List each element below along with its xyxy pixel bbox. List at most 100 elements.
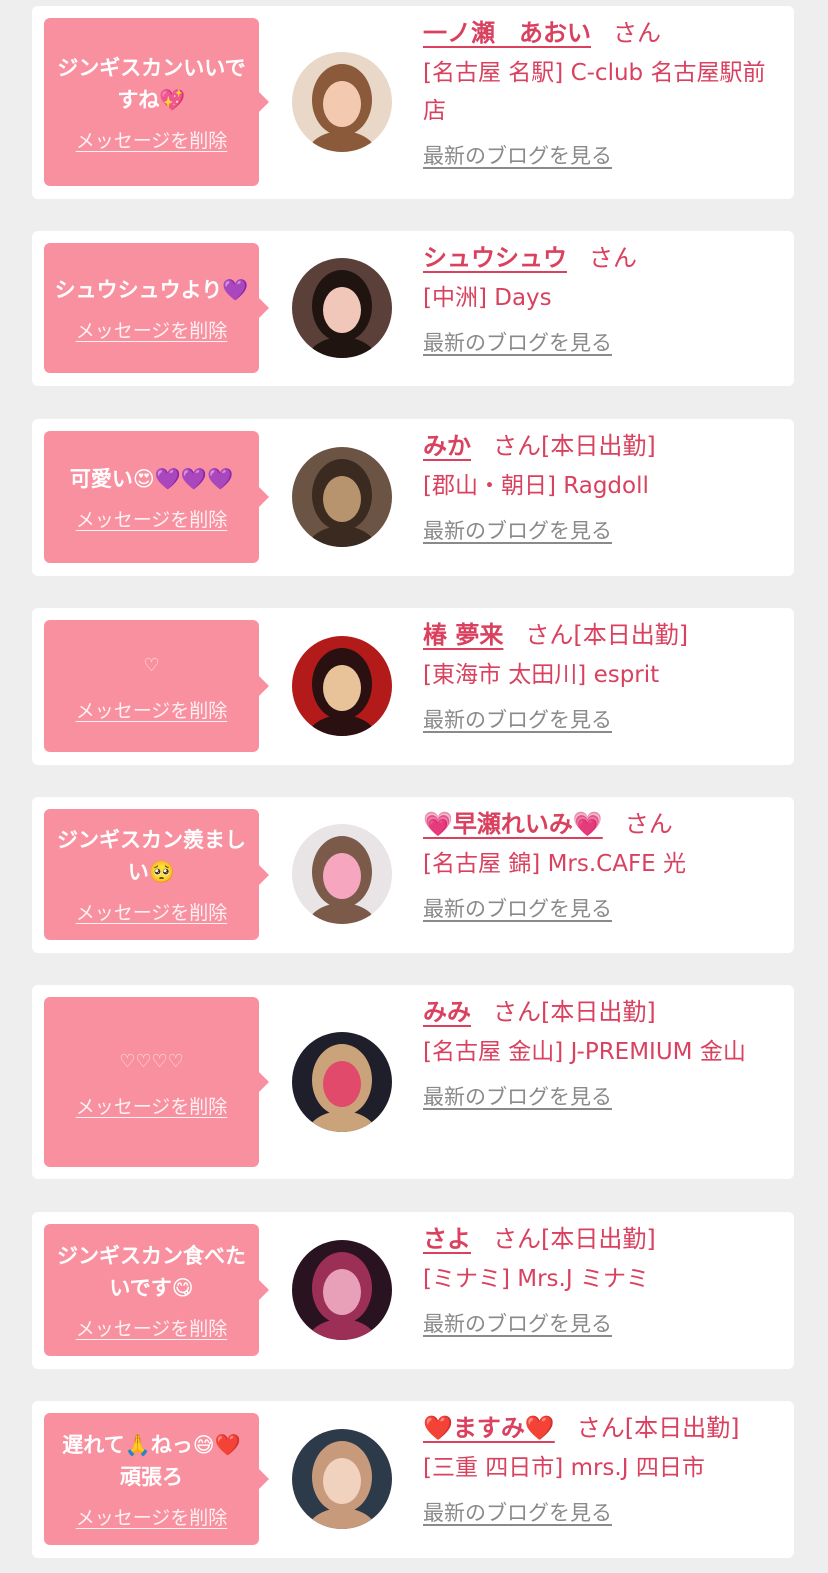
shop-label: [東海市 太田川] esprit <box>423 662 660 688</box>
cast-avatar[interactable] <box>292 258 392 358</box>
message-text: シュウシュウより💜 <box>54 277 249 302</box>
cast-avatar[interactable] <box>292 1240 392 1340</box>
cast-name-link[interactable]: みみ <box>423 998 471 1026</box>
delete-message-link[interactable]: メッセージを削除 <box>76 1314 228 1341</box>
name-line: 💗早瀬れいみ💗 さん <box>423 807 778 841</box>
honorific-label: さん <box>493 998 541 1026</box>
honorific-label: さん <box>493 432 541 460</box>
message-text: ジンギスカンいいですね💖 <box>57 55 246 112</box>
shop-label: [中洲] Days <box>423 285 552 311</box>
message-bubble: ♡ メッセージを削除 <box>44 620 269 752</box>
message-bubble: ♡♡♡♡ メッセージを削除 <box>44 997 269 1167</box>
message-bubble: 可愛い😍💜💜💜 メッセージを削除 <box>44 431 269 563</box>
avatar-image <box>292 258 392 358</box>
today-status-badge: [本日出勤] <box>624 1414 740 1442</box>
today-status-badge: [本日出勤] <box>541 1225 656 1253</box>
latest-blog-link[interactable]: 最新のブログを見る <box>423 327 612 357</box>
shop-label: [三重 四日市] mrs.J 四日市 <box>423 1455 705 1481</box>
name-line: ❤️ますみ❤️ さん[本日出勤] <box>423 1411 778 1445</box>
name-line: シュウシュウ さん <box>423 241 778 275</box>
message-text: 可愛い😍💜💜💜 <box>69 466 234 491</box>
message-card: ♡♡♡♡ メッセージを削除 みみ さん[本日出勤] [名古屋 金山] J-PREMIUM… <box>32 985 794 1179</box>
honorific-label: さん <box>624 810 673 838</box>
avatar-image <box>292 636 392 736</box>
message-card: ジンギスカン羨ましい🥺 メッセージを削除 💗早瀬れいみ💗 さん [名古屋 錦] Mrs.… <box>32 797 794 953</box>
name-line: みみ さん[本日出勤] <box>423 995 778 1029</box>
honorific-label: さん <box>576 1414 625 1442</box>
shop-label: [名古屋 金山] J-PREMIUM 金山 <box>423 1039 746 1065</box>
shop-label: [名古屋 名駅] C-club 名古屋駅前店 <box>423 60 766 124</box>
latest-blog-link[interactable]: 最新のブログを見る <box>423 1081 612 1111</box>
cast-name-link[interactable]: 椿 夢来 <box>423 621 503 649</box>
message-text: ジンギスカン羨ましい🥺 <box>57 828 246 884</box>
name-line: 椿 夢来 さん[本日出勤] <box>423 618 778 652</box>
cast-name-link[interactable]: 💗早瀬れいみ💗 <box>423 810 603 838</box>
cast-avatar[interactable] <box>292 52 392 152</box>
delete-message-link[interactable]: メッセージを削除 <box>76 316 228 343</box>
cast-avatar[interactable] <box>292 447 392 547</box>
message-card: ジンギスカン食べたいです😋 メッセージを削除 さよ さん[本日出勤] [ミナミ] Mrs… <box>32 1212 794 1369</box>
name-line: 一ノ瀬 あおい さん <box>423 16 778 50</box>
cast-info: シュウシュウ さん [中洲] Days 最新のブログを見る <box>423 231 778 357</box>
cast-avatar[interactable] <box>292 1429 392 1529</box>
delete-message-link[interactable]: メッセージを削除 <box>76 898 228 925</box>
avatar-image <box>292 824 392 924</box>
cast-info: 一ノ瀬 あおい さん [名古屋 名駅] C-club 名古屋駅前店最新のブログを見る <box>423 6 778 170</box>
today-status-badge: [本日出勤] <box>541 432 656 460</box>
cast-info: 💗早瀬れいみ💗 さん [名古屋 錦] Mrs.CAFE 光最新のブログを見る <box>423 797 778 923</box>
avatar-image <box>292 52 392 152</box>
latest-blog-link[interactable]: 最新のブログを見る <box>423 1497 612 1527</box>
cast-info: ❤️ますみ❤️ さん[本日出勤] [三重 四日市] mrs.J 四日市最新のブログを… <box>423 1401 778 1527</box>
cast-name-link[interactable]: 一ノ瀬 あおい <box>423 19 591 47</box>
today-status-badge: [本日出勤] <box>541 998 656 1026</box>
latest-blog-link[interactable]: 最新のブログを見る <box>423 515 612 545</box>
message-bubble: ジンギスカン食べたいです😋 メッセージを削除 <box>44 1224 269 1356</box>
latest-blog-link[interactable]: 最新のブログを見る <box>423 140 612 170</box>
message-text: ♡ <box>143 654 160 676</box>
delete-message-link[interactable]: メッセージを削除 <box>76 1092 228 1119</box>
latest-blog-link[interactable]: 最新のブログを見る <box>423 893 612 923</box>
shop-label: [郡山・朝日] Ragdoll <box>423 473 649 499</box>
cast-info: みみ さん[本日出勤] [名古屋 金山] J-PREMIUM 金山最新のブログを見る <box>423 985 778 1111</box>
cast-avatar[interactable] <box>292 636 392 736</box>
cast-name-link[interactable]: ❤️ますみ❤️ <box>423 1414 555 1442</box>
delete-message-link[interactable]: メッセージを削除 <box>76 126 228 153</box>
name-line: みか さん[本日出勤] <box>423 429 778 463</box>
latest-blog-link[interactable]: 最新のブログを見る <box>423 1308 612 1338</box>
message-bubble: ジンギスカンいいですね💖 メッセージを削除 <box>44 18 269 186</box>
avatar-image <box>292 1429 392 1529</box>
message-card: ジンギスカンいいですね💖 メッセージを削除 一ノ瀬 あおい さん [名古屋 名駅] C-… <box>32 6 794 199</box>
cast-name-link[interactable]: みか <box>423 432 471 460</box>
message-bubble: 遅れて🙏ねっ😅❤️頑張ろメッセージを削除 <box>44 1413 269 1545</box>
honorific-label: さん <box>589 244 637 272</box>
cast-name-link[interactable]: シュウシュウ <box>423 244 567 272</box>
cast-avatar[interactable] <box>292 1032 392 1132</box>
honorific-label: さん <box>613 19 661 47</box>
avatar-image <box>292 1032 392 1132</box>
message-card: ♡ メッセージを削除 椿 夢来 さん[本日出勤] [東海市 太田川] esprit 最新の… <box>32 608 794 765</box>
message-bubble: シュウシュウより💜 メッセージを削除 <box>44 243 269 373</box>
message-text: ジンギスカン食べたいです😋 <box>57 1243 246 1300</box>
shop-label: [名古屋 錦] Mrs.CAFE 光 <box>423 851 687 877</box>
message-text: ♡♡♡♡ <box>119 1050 184 1072</box>
shop-label: [ミナミ] Mrs.J ミナミ <box>423 1266 649 1292</box>
cast-info: 椿 夢来 さん[本日出勤] [東海市 太田川] esprit 最新のブログを見る <box>423 608 778 734</box>
honorific-label: さん <box>493 1225 541 1253</box>
message-bubble: ジンギスカン羨ましい🥺 メッセージを削除 <box>44 809 269 940</box>
avatar-image <box>292 1240 392 1340</box>
delete-message-link[interactable]: メッセージを削除 <box>76 1503 228 1530</box>
latest-blog-link[interactable]: 最新のブログを見る <box>423 704 612 734</box>
name-line: さよ さん[本日出勤] <box>423 1222 778 1256</box>
honorific-label: さん <box>525 621 574 649</box>
message-card: 可愛い😍💜💜💜 メッセージを削除 みか さん[本日出勤] [郡山・朝日] Ragdoll… <box>32 419 794 576</box>
message-card: 遅れて🙏ねっ😅❤️頑張ろメッセージを削除 ❤️ますみ❤️ さん[本日出勤] [三重 四… <box>32 1401 794 1558</box>
delete-message-link[interactable]: メッセージを削除 <box>76 696 228 723</box>
message-text: 遅れて🙏ねっ😅❤️頑張ろ <box>62 1432 241 1489</box>
message-card: シュウシュウより💜 メッセージを削除 シュウシュウ さん [中洲] Days 最新のブログ… <box>32 231 794 386</box>
cast-avatar[interactable] <box>292 824 392 924</box>
delete-message-link[interactable]: メッセージを削除 <box>76 505 228 532</box>
today-status-badge: [本日出勤] <box>573 621 689 649</box>
avatar-image <box>292 447 392 547</box>
cast-name-link[interactable]: さよ <box>423 1225 471 1253</box>
cast-info: さよ さん[本日出勤] [ミナミ] Mrs.J ミナミ最新のブログを見る <box>423 1212 778 1338</box>
